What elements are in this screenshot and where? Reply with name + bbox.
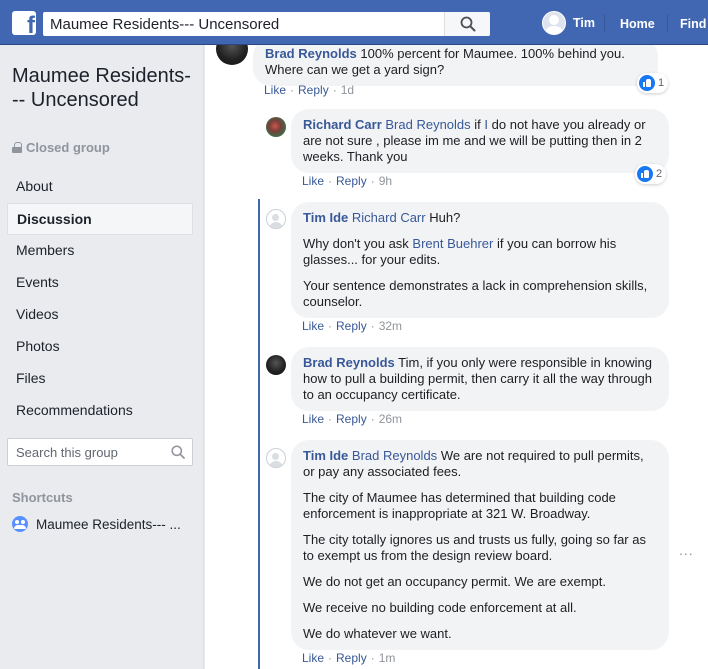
reply-link[interactable]: Reply <box>336 174 367 188</box>
like-link[interactable]: Like <box>264 83 286 97</box>
comment-text: Why don't you ask <box>303 236 413 251</box>
comment-author[interactable]: Brad Reynolds <box>303 355 395 370</box>
reply-link[interactable]: Reply <box>336 412 367 426</box>
menu-item-about[interactable]: About <box>7 171 193 203</box>
user-avatar <box>542 11 566 35</box>
comment-author[interactable]: Tim Ide <box>303 448 348 463</box>
comment-bubble: Tim Ide Richard Carr Huh? Why don't you … <box>291 202 669 318</box>
menu-item-members[interactable]: Members <box>7 235 193 267</box>
lock-icon <box>12 142 22 153</box>
comment-text: The city totally ignores us and trusts u… <box>303 532 646 563</box>
shortcut-label: Maumee Residents--- ... <box>36 516 181 532</box>
reply-link[interactable]: Reply <box>336 319 367 333</box>
comment-bubble: Richard Carr Brad Reynolds if I do not h… <box>291 109 669 173</box>
shortcuts-heading: Shortcuts <box>12 490 73 505</box>
global-search-box[interactable]: Maumee Residents--- Uncensored <box>43 12 490 36</box>
like-link[interactable]: Like <box>302 319 324 333</box>
comment-text: Your sentence demonstrates a lack in com… <box>303 278 648 309</box>
top-navigation-bar: f Maumee Residents--- Uncensored Tim Hom… <box>0 0 708 45</box>
group-search-field[interactable]: Search this group <box>7 438 193 466</box>
avatar[interactable] <box>266 448 286 468</box>
home-link[interactable]: Home <box>620 17 655 31</box>
profile-link[interactable]: Tim <box>542 10 595 36</box>
nav-divider <box>604 14 605 32</box>
search-icon <box>171 445 185 459</box>
comment-author[interactable]: Brad Reynolds <box>265 46 357 61</box>
comment-feed: Brad Reynolds 100% percent for Maumee. 1… <box>205 45 708 669</box>
reply-link[interactable]: Reply <box>336 651 367 665</box>
avatar[interactable] <box>266 209 286 229</box>
comment-actions: Like · Reply · 9h <box>302 174 393 188</box>
like-reaction-icon <box>639 75 655 91</box>
reaction-count[interactable]: 2 <box>635 164 667 184</box>
comment-actions: Like · Reply · 1m <box>302 651 396 665</box>
mention-link[interactable]: Brad Reynolds <box>385 117 470 132</box>
reply-thread-line <box>258 199 260 669</box>
group-search-button[interactable] <box>164 445 192 459</box>
comment-bubble: Brad Reynolds Tim, if you only were resp… <box>291 347 669 411</box>
user-name: Tim <box>573 16 595 30</box>
like-link[interactable]: Like <box>302 651 324 665</box>
mention-link[interactable]: Richard Carr <box>352 210 426 225</box>
comment-text: if <box>474 117 485 132</box>
reaction-number: 2 <box>656 168 663 180</box>
comment-time[interactable]: 1m <box>379 651 396 665</box>
comment-text: We do not get an occupancy permit. We ar… <box>303 574 607 589</box>
mention-link[interactable]: Brad Reynolds <box>352 448 437 463</box>
comment-actions: Like · Reply · 26m <box>302 412 403 426</box>
comment-author[interactable]: Tim Ide <box>303 210 348 225</box>
comment-time[interactable]: 32m <box>379 319 402 333</box>
logo-letter: f <box>27 12 35 36</box>
comment-actions: Like · Reply · 32m <box>302 319 403 333</box>
group-icon <box>12 516 28 532</box>
group-sidebar: Maumee Residents--- Uncensored Closed gr… <box>0 45 204 669</box>
mention-link[interactable]: Brent Buehrer <box>412 236 493 251</box>
menu-item-photos[interactable]: Photos <box>7 331 193 363</box>
comment-actions: Like · Reply · 1d <box>264 83 355 97</box>
comment-text: Huh? <box>429 210 461 225</box>
comment-bubble: Tim Ide Brad Reynolds We are not require… <box>291 440 669 650</box>
like-reaction-icon <box>637 166 653 182</box>
group-title[interactable]: Maumee Residents--- Uncensored <box>12 64 197 112</box>
comment-text: We do whatever we want. <box>303 626 452 641</box>
more-options-icon[interactable]: ... <box>679 542 694 558</box>
group-privacy: Closed group <box>12 140 110 155</box>
group-search-input[interactable]: Search this group <box>8 445 164 460</box>
find-friends-link[interactable]: Find <box>680 17 706 31</box>
shortcut-item[interactable]: Maumee Residents--- ... <box>12 516 181 532</box>
like-link[interactable]: Like <box>302 174 324 188</box>
comment-text: The city of Maumee has determined that b… <box>303 490 616 521</box>
comment-time[interactable]: 1d <box>341 83 354 97</box>
group-privacy-label: Closed group <box>26 140 110 155</box>
global-search-input[interactable]: Maumee Residents--- Uncensored <box>43 16 444 33</box>
search-icon <box>460 16 475 32</box>
comment-bubble: Brad Reynolds 100% percent for Maumee. 1… <box>253 45 658 86</box>
menu-item-events[interactable]: Events <box>7 267 193 299</box>
reaction-count[interactable]: 1 <box>637 73 669 93</box>
search-button[interactable] <box>444 12 490 36</box>
comment-text: We receive no building code enforcement … <box>303 600 577 615</box>
like-link[interactable]: Like <box>302 412 324 426</box>
avatar[interactable] <box>216 45 248 65</box>
menu-item-recommendations[interactable]: Recommendations <box>7 395 193 427</box>
group-menu: About Discussion Members Events Videos P… <box>7 171 193 427</box>
avatar[interactable] <box>266 117 286 137</box>
comment-time[interactable]: 9h <box>379 174 392 188</box>
menu-item-files[interactable]: Files <box>7 363 193 395</box>
avatar[interactable] <box>266 355 286 375</box>
comment-author[interactable]: Richard Carr <box>303 117 382 132</box>
comment-time[interactable]: 26m <box>379 412 402 426</box>
menu-item-discussion[interactable]: Discussion <box>7 203 193 235</box>
reaction-number: 1 <box>658 77 665 89</box>
reply-link[interactable]: Reply <box>298 83 329 97</box>
menu-item-videos[interactable]: Videos <box>7 299 193 331</box>
facebook-logo-icon[interactable]: f <box>12 11 36 35</box>
nav-divider <box>667 14 668 32</box>
